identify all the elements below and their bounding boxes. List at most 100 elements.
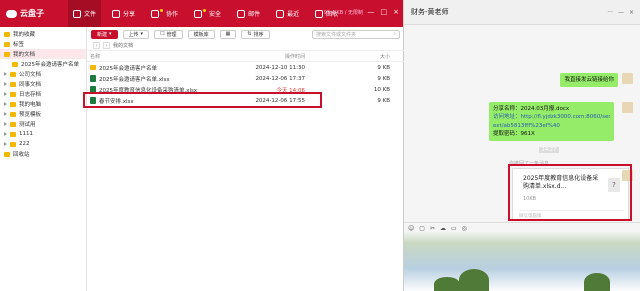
chat-title: 财务-黄老师	[411, 8, 449, 16]
sidebar-item-label: 日志存档	[19, 92, 42, 98]
search-icon: ⌕	[393, 31, 396, 37]
nav-label: 邮件	[248, 11, 261, 18]
expand-icon[interactable]	[4, 122, 7, 126]
sidebar-item-tags[interactable]: 标签	[0, 39, 86, 49]
expand-icon[interactable]	[4, 92, 7, 96]
sidebar-item-test[interactable]: 测试用	[0, 119, 86, 129]
app-logo: 云盘子	[6, 8, 62, 19]
template-label: 模板库	[193, 31, 209, 38]
header-time[interactable]: 操作时间	[235, 53, 305, 60]
expand-icon[interactable]	[4, 132, 7, 136]
share-line: 分享名称：2024.03月报.docx	[493, 106, 570, 112]
header-size[interactable]: 大小	[305, 53, 390, 60]
avatar[interactable]	[622, 73, 633, 84]
table-row[interactable]: 2025年会邀请客户名单 2024-12-10 11:30 9 KB	[87, 62, 404, 73]
sort-label: 排序	[253, 31, 264, 38]
nav-files[interactable]: 文件	[68, 0, 102, 27]
nav-collab[interactable]: 协作	[146, 0, 183, 27]
emoji-icon[interactable]: ☺	[408, 225, 414, 232]
sidebar-item-templates[interactable]: 预览模板	[0, 109, 86, 119]
top-bar: 云盘子 文件 分享 协作 安全 邮件 最近 回收 93.4 KB / 无限制 —…	[0, 0, 403, 27]
window-controls: — □ ×	[368, 8, 400, 16]
sidebar-item-company-docs[interactable]: 公司文档	[0, 69, 86, 79]
file-name: 2025年会邀请客户名单.xlsx	[99, 76, 170, 83]
upload-button[interactable]: 上传 ▾	[122, 29, 150, 39]
mail-icon	[237, 9, 246, 18]
tree-shape	[459, 269, 489, 291]
sidebar-item-label: 222	[19, 141, 30, 147]
sidebar-item-my-computer[interactable]: 我的电脑	[0, 99, 86, 109]
message-bubble[interactable]: 我直接发云链接给你	[560, 73, 618, 88]
file-time: 2024-12-10 11:30	[255, 64, 305, 71]
sidebar-item-favorites[interactable]: 我的收藏	[0, 29, 86, 39]
share-message-bubble[interactable]: 分享名称：2024.03月报.docx 访问地址：http://fl.yjdzk…	[489, 102, 614, 141]
chat-input-area[interactable]: ☺ ▢ ✂ ☁ ▭ ◎	[404, 222, 640, 291]
nav-security[interactable]: 安全	[189, 0, 226, 27]
new-button[interactable]: 新建 ▾	[91, 29, 118, 39]
header-name[interactable]: 名称	[87, 53, 235, 60]
video-call-icon[interactable]: ◎	[462, 225, 467, 232]
avatar[interactable]	[622, 102, 633, 113]
grid-view-button[interactable]: ▦	[219, 29, 237, 39]
table-row[interactable]: 春节安排.xlsx 2024-12-06 17:55 9 KB	[87, 95, 404, 106]
chat-history-icon[interactable]: ▭	[451, 225, 457, 232]
template-button[interactable]: 模板库	[187, 29, 215, 39]
file-area: 新建 ▾ 上传 ▾ ☐ 管理 模板库 ▦ ⇅ 排序 搜索文件或文件夹 ⌕ ‹ › 我的文档…	[87, 27, 404, 291]
folder-icon	[10, 71, 16, 77]
breadcrumb-item[interactable]: 我的文档	[113, 42, 133, 49]
search-input[interactable]: 搜索文件或文件夹 ⌕	[312, 29, 400, 39]
folder-icon	[10, 141, 16, 147]
tag-icon	[4, 41, 10, 47]
sidebar-item-label: 预览模板	[19, 112, 42, 118]
expand-icon[interactable]	[4, 102, 7, 106]
folder-icon	[4, 51, 10, 57]
minimize-icon[interactable]: —	[618, 9, 624, 16]
back-icon[interactable]: ‹	[93, 42, 100, 49]
expand-icon[interactable]	[4, 142, 7, 146]
star-icon	[4, 31, 10, 37]
chat-header: 财务-黄老师	[404, 0, 640, 25]
close-button[interactable]: ×	[393, 8, 399, 16]
highlight-box	[508, 164, 632, 221]
breadcrumb: ‹ › 我的文档	[87, 41, 404, 51]
close-icon[interactable]: ×	[629, 9, 634, 16]
sidebar-item-1111[interactable]: 1111	[0, 129, 86, 139]
expand-icon[interactable]	[4, 82, 7, 86]
file-name: 春节安排.xlsx	[99, 98, 134, 105]
folder-icon[interactable]: ▢	[419, 225, 425, 232]
share-line: 提取密码：961X	[493, 130, 535, 137]
more-icon[interactable]: ···	[607, 9, 613, 16]
sidebar-item-label: 标签	[13, 42, 25, 48]
sidebar-item-recycle[interactable]: 回收站	[0, 149, 86, 159]
upload-label: 上传	[128, 31, 139, 38]
file-time: 今天 14:06	[276, 87, 305, 94]
nav-mail[interactable]: 邮件	[232, 0, 265, 27]
manage-button[interactable]: ☐ 管理	[154, 29, 183, 39]
sidebar-item-label: 公司文档	[19, 72, 42, 78]
sidebar-item-my-docs[interactable]: 我的文档	[0, 49, 86, 59]
maximize-button[interactable]: □	[381, 8, 388, 16]
file-name: 2025年会邀请客户名单	[99, 65, 157, 72]
file-time: 2024-12-06 17:55	[255, 97, 305, 104]
sidebar-item-logs[interactable]: 日志存档	[0, 89, 86, 99]
sidebar-item-client-list[interactable]: 2025年会邀请客户名单	[0, 59, 86, 69]
nav-share[interactable]: 分享	[107, 0, 140, 27]
forward-icon[interactable]: ›	[103, 42, 110, 49]
table-row[interactable]: 2025年度教育信息化设备采购清单.xlsx 今天 14:06 10 KB	[87, 84, 404, 95]
scissors-icon[interactable]: ✂	[430, 225, 435, 232]
cloud-icon[interactable]: ☁	[440, 225, 446, 232]
table-row[interactable]: 2025年会邀请客户名单.xlsx 2024-12-06 17:37 9 KB	[87, 73, 404, 84]
folder-icon	[10, 111, 16, 117]
sidebar-item-colleague-docs[interactable]: 同事文档	[0, 79, 86, 89]
sidebar-item-222[interactable]: 222	[0, 139, 86, 149]
sort-button[interactable]: ⇅ 排序	[241, 29, 270, 39]
expand-icon[interactable]	[4, 112, 7, 116]
search-placeholder: 搜索文件或文件夹	[316, 31, 357, 38]
nav-label: 安全	[209, 11, 222, 18]
minimize-button[interactable]: —	[368, 8, 375, 16]
new-label: 新建	[97, 31, 108, 38]
expand-icon[interactable]	[4, 72, 7, 76]
folder-icon	[10, 81, 16, 87]
excel-icon	[90, 86, 96, 93]
nav-recent[interactable]: 最近	[271, 0, 304, 27]
